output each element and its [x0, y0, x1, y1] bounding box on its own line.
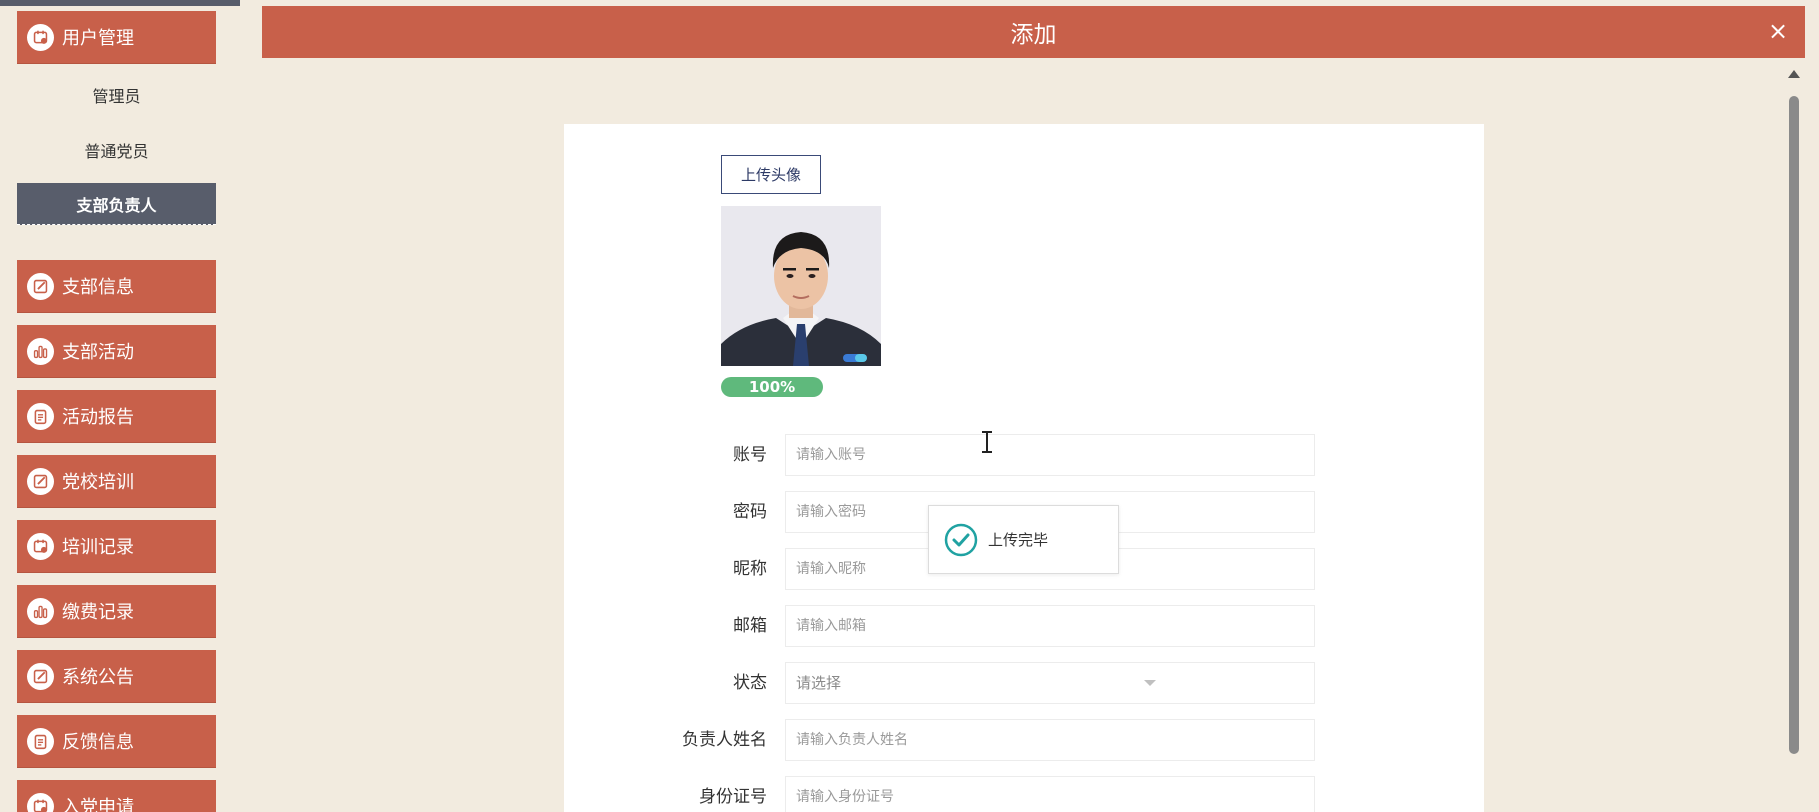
menu-item-party-application[interactable]: 入党申请 — [17, 780, 216, 812]
leader-name-label: 负责人姓名 — [682, 730, 767, 750]
bar-chart-icon — [27, 597, 54, 625]
toast-message: 上传完毕 — [988, 531, 1049, 549]
form-row-email: 邮箱 — [564, 605, 1484, 647]
menu-item-label: 支部活动 — [62, 342, 134, 363]
email-input[interactable] — [785, 605, 1315, 647]
scroll-up-arrow-icon[interactable] — [1788, 70, 1800, 78]
form-row-account: 账号 — [564, 434, 1484, 476]
menu-item-branch-info[interactable]: 支部信息 — [17, 260, 216, 313]
account-input[interactable] — [785, 434, 1315, 476]
email-label: 邮箱 — [733, 616, 767, 636]
password-label: 密码 — [733, 502, 767, 522]
upload-avatar-button[interactable]: 上传头像 — [721, 155, 821, 194]
status-select-value: 请选择 — [796, 674, 842, 692]
scrollbar-thumb[interactable] — [1789, 96, 1799, 754]
calendar-person-icon — [27, 532, 54, 560]
menu-item-system-notice[interactable]: 系统公告 — [17, 650, 216, 703]
avatar-preview — [721, 206, 881, 366]
dialog-title: 添加 — [1010, 22, 1057, 48]
status-select[interactable]: 请选择 — [785, 662, 1315, 704]
nickname-label: 昵称 — [733, 559, 767, 579]
upload-progress-bar: 100% — [721, 377, 823, 397]
sidebar-item-label: 管理员 — [92, 87, 141, 106]
menu-item-user-management[interactable]: 用户管理 — [17, 11, 216, 64]
dialog-header: 添加 × — [262, 6, 1805, 58]
form-row-leader-name: 负责人姓名 — [564, 719, 1484, 761]
form-row-id-number: 身份证号 — [564, 776, 1484, 812]
edit-icon — [27, 662, 54, 690]
close-icon[interactable]: × — [1763, 16, 1793, 46]
menu-item-training-record[interactable]: 培训记录 — [17, 520, 216, 573]
edit-icon — [27, 272, 54, 300]
text-cursor-icon — [982, 431, 992, 453]
menu-item-label: 缴费记录 — [62, 602, 134, 623]
menu-item-label: 用户管理 — [62, 28, 134, 49]
menu-item-branch-activity[interactable]: 支部活动 — [17, 325, 216, 378]
sidebar: 用户管理 管理员 普通党员 支部负责人 支部信息 支部活动 活动报告 党校培训 — [0, 0, 240, 812]
sidebar-item-branch-leader[interactable]: 支部负责人 — [17, 183, 216, 225]
menu-item-label: 反馈信息 — [62, 732, 134, 753]
avatar-photo-image — [721, 206, 881, 366]
clipboard-icon — [27, 727, 54, 755]
id-number-input[interactable] — [785, 776, 1315, 812]
menu-item-label: 培训记录 — [62, 537, 134, 558]
calendar-person-icon — [27, 792, 54, 812]
account-label: 账号 — [733, 445, 767, 465]
status-label: 状态 — [733, 673, 767, 693]
menu-item-party-training[interactable]: 党校培训 — [17, 455, 216, 508]
sidebar-item-member[interactable]: 普通党员 — [17, 129, 216, 171]
menu-item-label: 入党申请 — [62, 797, 134, 812]
upload-complete-toast: 上传完毕 — [928, 505, 1119, 574]
add-dialog: 添加 × 上传头像 100% 账号 请输入账号 密码 请输入密码 昵称 请输入昵… — [262, 6, 1805, 812]
menu-item-label: 党校培训 — [62, 472, 134, 493]
chevron-down-icon — [1144, 680, 1156, 686]
clipboard-icon — [27, 402, 54, 430]
sidebar-item-label: 普通党员 — [84, 142, 149, 161]
scrollbar[interactable] — [1786, 66, 1802, 812]
form-row-status: 状态 请选择 — [564, 662, 1484, 704]
sidebar-item-label: 支部负责人 — [76, 195, 157, 215]
bar-chart-icon — [27, 337, 54, 365]
menu-item-feedback[interactable]: 反馈信息 — [17, 715, 216, 768]
menu-item-label: 支部信息 — [62, 277, 134, 298]
sidebar-top-bar — [0, 0, 240, 6]
id-number-label: 身份证号 — [699, 787, 767, 807]
calendar-person-icon — [27, 23, 54, 51]
sidebar-item-admin[interactable]: 管理员 — [17, 74, 216, 116]
edit-icon — [27, 467, 54, 495]
menu-item-label: 活动报告 — [62, 407, 134, 428]
check-circle-icon — [944, 523, 978, 556]
form-card: 上传头像 100% 账号 请输入账号 密码 请输入密码 昵称 请输入昵称 邮箱 … — [564, 124, 1484, 812]
menu-item-payment-record[interactable]: 缴费记录 — [17, 585, 216, 638]
menu-item-label: 系统公告 — [62, 667, 134, 688]
menu-item-activity-report[interactable]: 活动报告 — [17, 390, 216, 443]
upload-progress-label: 100% — [748, 378, 796, 396]
leader-name-input[interactable] — [785, 719, 1315, 761]
